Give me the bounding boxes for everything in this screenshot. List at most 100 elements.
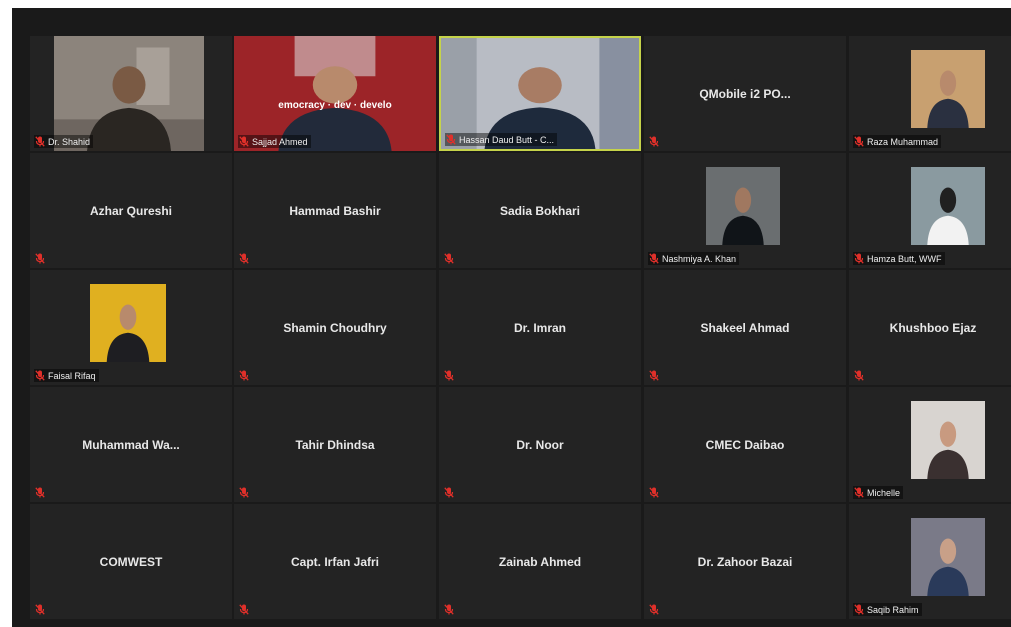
muted-mic-icon: [444, 253, 454, 264]
muted-mic-icon: [649, 253, 659, 264]
participant-name-label: [238, 486, 252, 499]
participant-name-text: Michelle: [867, 487, 901, 498]
participant-name-label: [238, 603, 252, 616]
participant-name-label: Faisal Rifaq: [34, 369, 99, 382]
participant-name-text: Dr. Shahid: [48, 136, 91, 147]
participant-name-label: Dr. Shahid: [34, 135, 94, 148]
participant-tile[interactable]: Michelle: [849, 387, 1011, 502]
participant-name-label: Raza Muhammad: [853, 135, 942, 148]
participant-display-name: Zainab Ahmed: [498, 554, 582, 569]
participant-display-name: Hammad Bashir: [289, 203, 381, 218]
participant-name-text: Nashmiya A. Khan: [662, 253, 737, 264]
participant-name-text: Raza Muhammad: [867, 136, 939, 147]
participant-name-label: [648, 603, 662, 616]
participant-name-label: [34, 486, 48, 499]
participant-tile[interactable]: Hassan Daud Butt - C...: [439, 36, 641, 151]
participant-name-label: [443, 603, 457, 616]
muted-mic-icon: [854, 253, 864, 264]
participant-display-name: Khushboo Ejaz: [889, 320, 977, 335]
participant-name-label: [648, 135, 662, 148]
participant-tile[interactable]: Khushboo Ejaz: [849, 270, 1011, 385]
gallery-grid: Dr. Shahid emocracy · dev · develo Sajjad …: [30, 36, 1011, 626]
participant-name-text: Faisal Rifaq: [48, 370, 96, 381]
participant-display-name: Dr. Imran: [513, 320, 567, 335]
participant-video: [90, 284, 166, 362]
muted-mic-icon: [239, 487, 249, 498]
participant-video: [911, 518, 985, 596]
participant-name-label: [853, 369, 867, 382]
participant-name-label: Michelle: [853, 486, 904, 499]
muted-mic-icon: [854, 604, 864, 615]
participant-video: [706, 167, 780, 245]
muted-mic-icon: [649, 136, 659, 147]
participant-name-label: Hassan Daud Butt - C...: [445, 133, 558, 146]
participant-tile[interactable]: Saqib Rahim: [849, 504, 1011, 619]
muted-mic-icon: [854, 487, 864, 498]
participant-tile[interactable]: COMWEST: [30, 504, 232, 619]
participant-name-label: Sajjad Ahmed: [238, 135, 311, 148]
participant-tile[interactable]: Faisal Rifaq: [30, 270, 232, 385]
muted-mic-icon: [35, 487, 45, 498]
muted-mic-icon: [649, 370, 659, 381]
participant-tile[interactable]: Dr. Noor: [439, 387, 641, 502]
participant-name-text: Sajjad Ahmed: [252, 136, 308, 147]
muted-mic-icon: [854, 370, 864, 381]
participant-display-name: Muhammad Wa...: [82, 437, 180, 452]
participant-tile[interactable]: Dr. Imran: [439, 270, 641, 385]
participant-name-label: [34, 603, 48, 616]
participant-tile[interactable]: Raza Muhammad: [849, 36, 1011, 151]
muted-mic-icon: [446, 134, 456, 145]
participant-display-name: Dr. Noor: [516, 437, 564, 452]
participant-display-name: Tahir Dhindsa: [295, 437, 375, 452]
participant-video: emocracy · dev · develo: [234, 36, 436, 151]
participant-tile[interactable]: QMobile i2 PO...: [644, 36, 846, 151]
muted-mic-icon: [649, 604, 659, 615]
participant-tile[interactable]: Shakeel Ahmad: [644, 270, 846, 385]
participant-tile[interactable]: Dr. Shahid: [30, 36, 232, 151]
participant-tile[interactable]: Capt. Irfan Jafri: [234, 504, 436, 619]
participant-tile[interactable]: Zainab Ahmed: [439, 504, 641, 619]
participant-name-label: [34, 252, 48, 265]
participant-name-label: Hamza Butt, WWF: [853, 252, 945, 265]
muted-mic-icon: [239, 136, 249, 147]
participant-video: [54, 36, 204, 151]
participant-name-label: [443, 369, 457, 382]
participant-name-label: [443, 486, 457, 499]
participant-name-text: Hassan Daud Butt - C...: [459, 134, 555, 145]
participant-name-label: [648, 369, 662, 382]
participant-display-name: Sadia Bokhari: [499, 203, 581, 218]
participant-tile[interactable]: CMEC Daibao: [644, 387, 846, 502]
meeting-window: Dr. Shahid emocracy · dev · develo Sajjad …: [12, 8, 1011, 627]
participant-video: [911, 50, 985, 128]
participant-display-name: COMWEST: [99, 554, 163, 569]
participant-display-name: QMobile i2 PO...: [699, 86, 791, 101]
participant-tile[interactable]: emocracy · dev · develo Sajjad Ahmed: [234, 36, 436, 151]
participant-tile[interactable]: Muhammad Wa...: [30, 387, 232, 502]
participant-tile[interactable]: Shamin Choudhry: [234, 270, 436, 385]
muted-mic-icon: [239, 604, 249, 615]
participant-name-text: Saqib Rahim: [867, 604, 919, 615]
participant-name-label: [443, 252, 457, 265]
participant-tile[interactable]: Azhar Qureshi: [30, 153, 232, 268]
muted-mic-icon: [35, 604, 45, 615]
participant-tile[interactable]: Hammad Bashir: [234, 153, 436, 268]
participant-name-label: [238, 369, 252, 382]
participant-tile[interactable]: Dr. Zahoor Bazai: [644, 504, 846, 619]
participant-tile[interactable]: Tahir Dhindsa: [234, 387, 436, 502]
muted-mic-icon: [35, 370, 45, 381]
muted-mic-icon: [444, 604, 454, 615]
participant-name-label: Saqib Rahim: [853, 603, 922, 616]
participant-tile[interactable]: Hamza Butt, WWF: [849, 153, 1011, 268]
participant-tile[interactable]: Sadia Bokhari: [439, 153, 641, 268]
muted-mic-icon: [854, 136, 864, 147]
muted-mic-icon: [444, 487, 454, 498]
participant-display-name: CMEC Daibao: [705, 437, 785, 452]
muted-mic-icon: [35, 136, 45, 147]
participant-name-label: [238, 252, 252, 265]
participant-video: [911, 167, 985, 245]
participant-tile[interactable]: Nashmiya A. Khan: [644, 153, 846, 268]
muted-mic-icon: [35, 253, 45, 264]
participant-display-name: Azhar Qureshi: [89, 203, 173, 218]
muted-mic-icon: [444, 370, 454, 381]
participant-name-text: Hamza Butt, WWF: [867, 253, 942, 264]
